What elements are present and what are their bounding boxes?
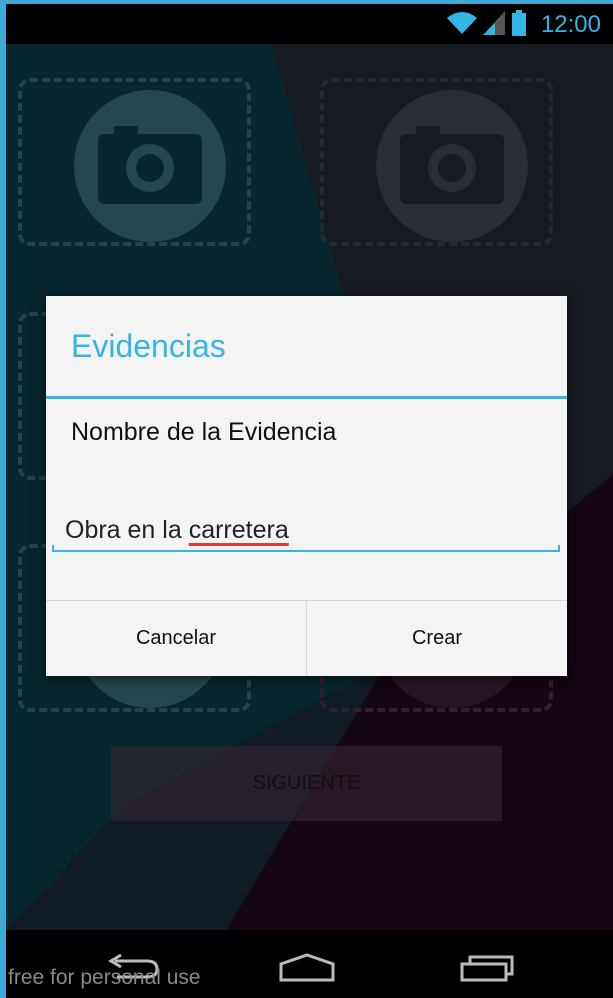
cancel-button[interactable]: Cancelar (46, 601, 306, 676)
create-button[interactable]: Crear (306, 601, 567, 676)
dialog-message: Nombre de la Evidencia (71, 418, 337, 446)
dialog-button-row: Cancelar Crear (46, 600, 567, 676)
recent-apps-icon[interactable] (450, 948, 520, 988)
input-value-prefix: Obra en la (65, 516, 189, 544)
wifi-icon (446, 11, 477, 40)
input-value[interactable]: Obra en la carretera (65, 516, 289, 545)
watermark-text: free for personal use (8, 966, 201, 989)
device-frame: 12:00 SIGUIENTE Evidencias Nombre de la … (0, 0, 613, 998)
home-icon[interactable] (272, 948, 342, 988)
status-bar: 12:00 (6, 4, 613, 44)
screen: 12:00 SIGUIENTE Evidencias Nombre de la … (6, 4, 613, 998)
misspelled-word[interactable]: carretera (189, 516, 289, 544)
title-divider (46, 396, 567, 399)
cell-signal-icon (482, 10, 505, 40)
status-clock: 12:00 (540, 11, 601, 38)
dialog-title: Evidencias (71, 328, 226, 364)
input-underline (52, 545, 560, 552)
evidence-name-input[interactable]: Obra en la carretera (52, 504, 560, 556)
evidence-dialog: Evidencias Nombre de la Evidencia Obra e… (46, 296, 567, 676)
battery-icon (511, 9, 527, 41)
